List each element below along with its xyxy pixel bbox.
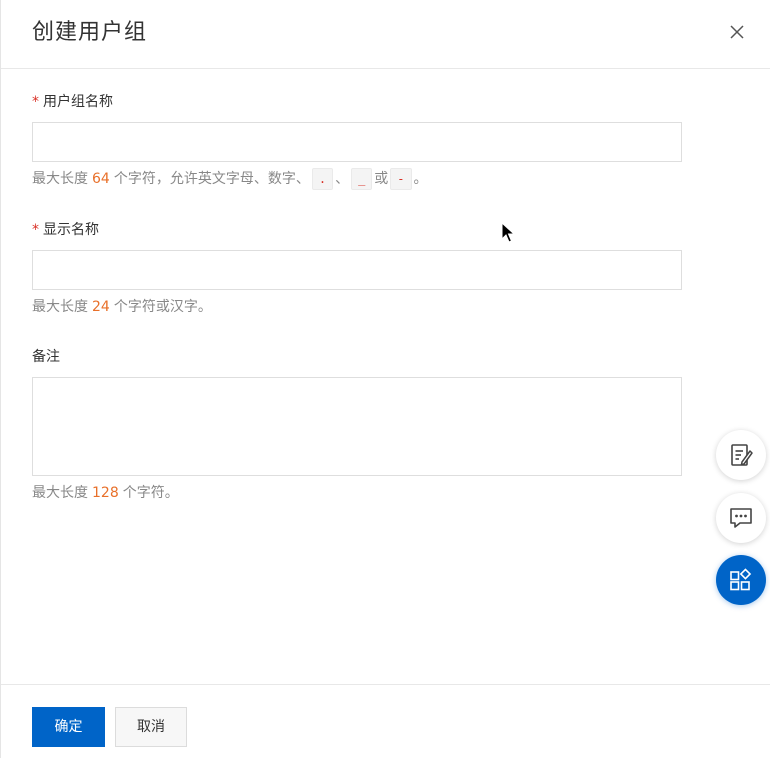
mouse-cursor-icon (501, 222, 515, 243)
remark-label: 备注 (32, 347, 60, 367)
cancel-button[interactable]: 取消 (115, 707, 187, 747)
hint-prefix: 最大长度 (32, 485, 88, 501)
hint-max-length: 24 (92, 299, 110, 315)
dialog-title: 创建用户组 (32, 20, 148, 45)
group-name-label-text: 用户组名称 (43, 94, 113, 110)
display-name-input[interactable] (32, 250, 682, 290)
hint-prefix: 最大长度 (32, 171, 88, 187)
close-icon (730, 25, 744, 39)
hint-max-length: 128 (92, 485, 119, 501)
float-chat-button[interactable] (716, 493, 766, 543)
apps-icon (730, 568, 752, 591)
hint-suffix: 个字符。 (122, 485, 179, 501)
confirm-button[interactable]: 确定 (32, 707, 105, 747)
remark-textarea[interactable] (32, 377, 682, 476)
hint-end: 。 (413, 171, 428, 187)
hint-middle: 个字符，允许英文字母、数字、 (113, 171, 310, 187)
hint-dot-char: . (311, 168, 334, 190)
float-apps-button[interactable] (716, 555, 766, 605)
hint-underscore-char: _ (351, 168, 373, 190)
hint-or: 或 (374, 171, 389, 187)
remark-label-text: 备注 (32, 349, 60, 365)
group-name-input[interactable] (32, 122, 682, 162)
dialog-header: 创建用户组 (1, 0, 770, 69)
hint-separator: 、 (335, 171, 350, 187)
required-mark: * (32, 94, 39, 110)
hint-dash-char: - (390, 168, 412, 190)
display-name-label-text: 显示名称 (43, 222, 99, 238)
display-name-hint: 最大长度 24 个字符或汉字。 (32, 296, 212, 318)
hint-max-length: 64 (92, 171, 110, 187)
hint-suffix: 个字符或汉字。 (113, 299, 212, 315)
float-edit-button[interactable] (716, 430, 766, 480)
close-button[interactable] (727, 22, 747, 42)
required-mark: * (32, 222, 39, 238)
chat-icon (730, 508, 752, 528)
remark-hint: 最大长度 128 个字符。 (32, 482, 179, 504)
edit-note-icon (731, 444, 753, 466)
group-name-hint: 最大长度 64 个字符，允许英文字母、数字、.、 _ 或 -。 (32, 168, 428, 190)
hint-prefix: 最大长度 (32, 299, 88, 315)
display-name-label: * 显示名称 (32, 220, 99, 240)
create-user-group-dialog: 创建用户组 * 用户组名称 最大长度 64 个字符，允许英文字母、数字、.、 _ 或 -。 … (0, 0, 770, 758)
group-name-label: * 用户组名称 (32, 92, 113, 112)
